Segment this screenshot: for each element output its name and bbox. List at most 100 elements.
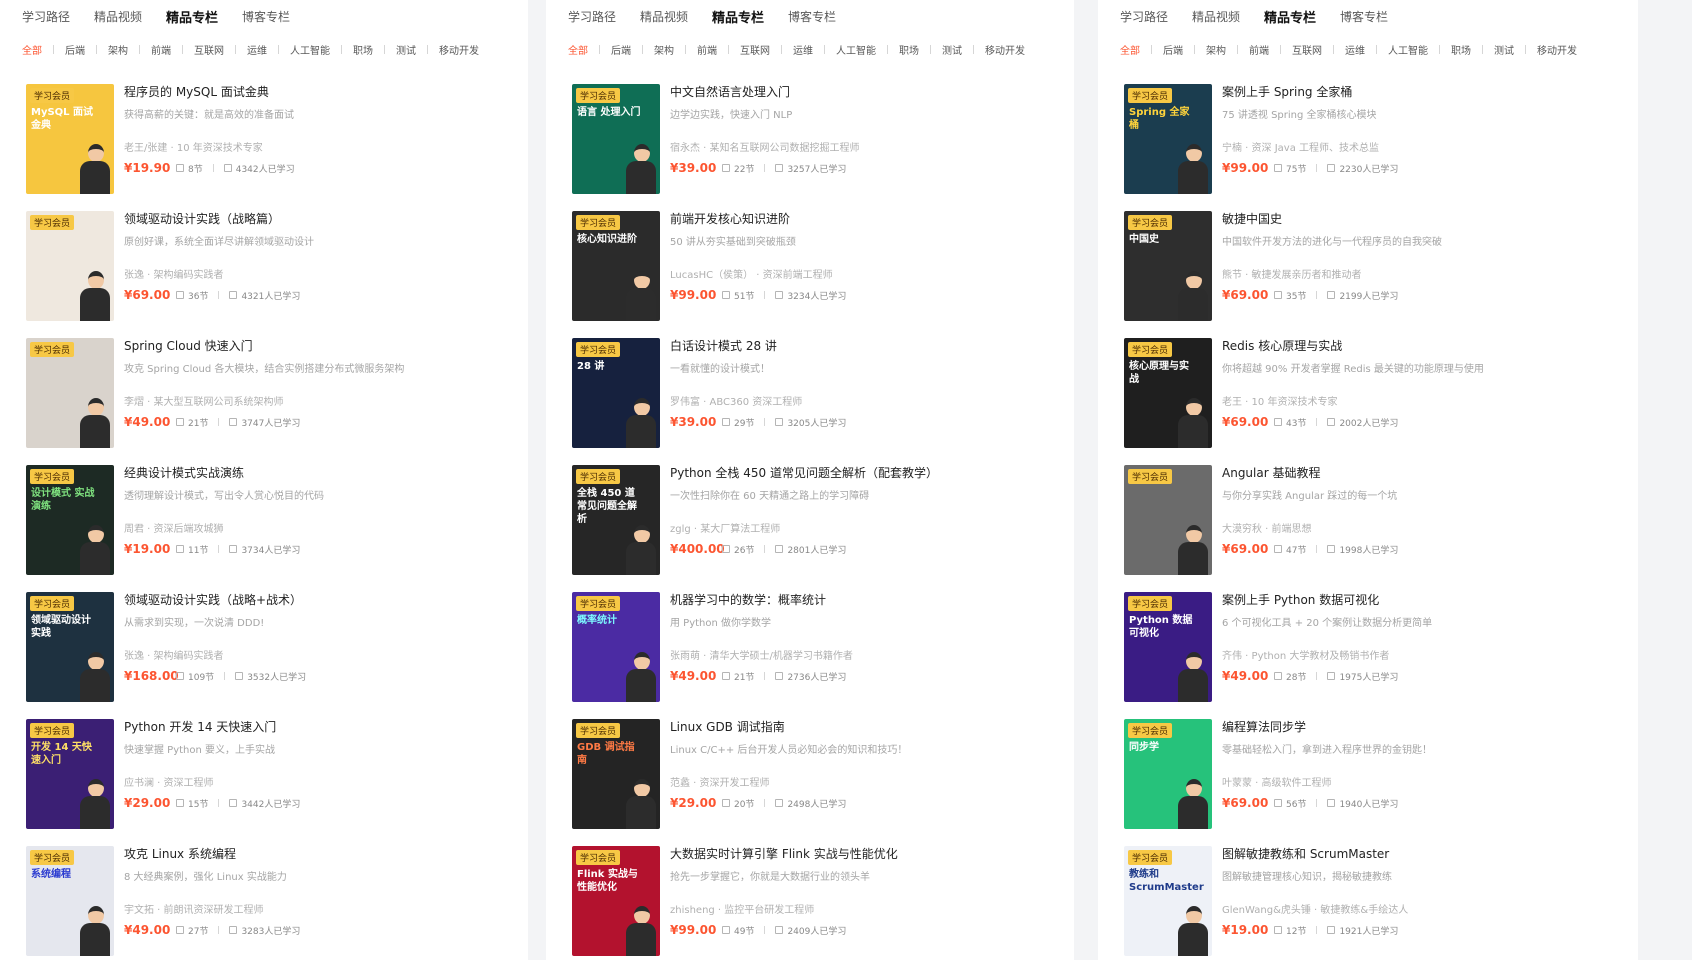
course-card[interactable]: 学习会员 GDB 调试指南 Linux GDB 调试指南 Linux C/C++ 后台… [572, 705, 1074, 832]
course-cover[interactable]: 学习会员 [1124, 465, 1212, 575]
category-8[interactable]: 职场 [899, 42, 919, 57]
course-card[interactable]: 学习会员 Flink 实战与性能优化 大数据实时计算引擎 Flink 实战与性能优化… [572, 832, 1074, 959]
category-4[interactable]: 前端 [1249, 42, 1269, 57]
tab-1[interactable]: 学习路径 [22, 8, 70, 25]
course-title[interactable]: 机器学习中的数学：概率统计 [670, 592, 1066, 608]
course-card[interactable]: 学习会员 语言 处理入门 中文自然语言处理入门 边学边实践，快速入门 NLP 宿永杰 ·… [572, 70, 1074, 197]
course-title[interactable]: 白话设计模式 28 讲 [670, 338, 1066, 354]
tab-1[interactable]: 学习路径 [568, 8, 616, 25]
course-title[interactable]: 大数据实时计算引擎 Flink 实战与性能优化 [670, 846, 1066, 862]
category-1[interactable]: 全部 [1120, 42, 1140, 57]
course-cover[interactable]: 学习会员 领域驱动设计 实践 [26, 592, 114, 702]
course-cover[interactable]: 学习会员 教练和 ScrumMaster [1124, 846, 1212, 956]
course-title[interactable]: 领域驱动设计实践（战略篇） [124, 211, 520, 227]
course-cover[interactable]: 学习会员 语言 处理入门 [572, 84, 660, 194]
course-title[interactable]: 编程算法同步学 [1222, 719, 1630, 735]
course-card[interactable]: 学习会员 系统编程 攻克 Linux 系统编程 8 大经典案例，强化 Linux 实战… [26, 832, 528, 959]
category-6[interactable]: 运维 [247, 42, 267, 57]
course-cover[interactable]: 学习会员 Python 数据可视化 [1124, 592, 1212, 702]
category-10[interactable]: 移动开发 [439, 42, 479, 57]
category-9[interactable]: 测试 [942, 42, 962, 57]
course-title[interactable]: 中文自然语言处理入门 [670, 84, 1066, 100]
tab-4[interactable]: 博客专栏 [1340, 8, 1388, 25]
tab-1[interactable]: 学习路径 [1120, 8, 1168, 25]
course-title[interactable]: 案例上手 Spring 全家桶 [1222, 84, 1630, 100]
tab-2[interactable]: 精品视频 [94, 8, 142, 25]
course-card[interactable]: 学习会员 MySQL 面试金典 程序员的 MySQL 面试金典 获得高薪的关键：就是高… [26, 70, 528, 197]
course-cover[interactable]: 学习会员 全栈 450 道常见问题全解析 [572, 465, 660, 575]
course-card[interactable]: 学习会员 概率统计 机器学习中的数学：概率统计用 Python 做你学数学 张雨萌 ·… [572, 578, 1074, 705]
course-cover[interactable]: 学习会员 28 讲 [572, 338, 660, 448]
category-1[interactable]: 全部 [568, 42, 588, 57]
course-title[interactable]: 图解敏捷教练和 ScrumMaster [1222, 846, 1630, 862]
course-card[interactable]: 学习会员 Spring Cloud 快速入门 攻克 Spring Cloud 各大模… [26, 324, 528, 451]
course-title[interactable]: Angular 基础教程 [1222, 465, 1630, 481]
course-cover[interactable]: 学习会员 系统编程 [26, 846, 114, 956]
category-7[interactable]: 人工智能 [1388, 42, 1428, 57]
category-1[interactable]: 全部 [22, 42, 42, 57]
tab-2[interactable]: 精品视频 [640, 8, 688, 25]
category-7[interactable]: 人工智能 [290, 42, 330, 57]
tab-2[interactable]: 精品视频 [1192, 8, 1240, 25]
category-4[interactable]: 前端 [151, 42, 171, 57]
category-9[interactable]: 测试 [1494, 42, 1514, 57]
course-title[interactable]: 敏捷中国史 [1222, 211, 1630, 227]
course-card[interactable]: 学习会员 教练和 ScrumMaster 图解敏捷教练和 ScrumMaster 图解… [1124, 832, 1638, 959]
course-title[interactable]: 案例上手 Python 数据可视化 [1222, 592, 1630, 608]
course-title[interactable]: 前端开发核心知识进阶 [670, 211, 1066, 227]
course-cover[interactable]: 学习会员 概率统计 [572, 592, 660, 702]
category-3[interactable]: 架构 [1206, 42, 1226, 57]
course-card[interactable]: 学习会员 全栈 450 道常见问题全解析 Python 全栈 450 道常见问题全解… [572, 451, 1074, 578]
tab-4[interactable]: 博客专栏 [242, 8, 290, 25]
tab-3[interactable]: 精品专栏 [1264, 7, 1316, 26]
course-cover[interactable]: 学习会员 [26, 211, 114, 321]
course-cover[interactable]: 学习会员 Spring 全家桶 [1124, 84, 1212, 194]
course-cover[interactable]: 学习会员 Flink 实战与性能优化 [572, 846, 660, 956]
category-5[interactable]: 互联网 [1292, 42, 1322, 57]
category-7[interactable]: 人工智能 [836, 42, 876, 57]
category-6[interactable]: 运维 [1345, 42, 1365, 57]
course-card[interactable]: 学习会员 同步学 编程算法同步学 零基础轻松入门，拿到进入程序世界的金钥匙！ 叶蒙蒙 ·… [1124, 705, 1638, 832]
course-card[interactable]: 学习会员 开发 14 天快速入门 Python 开发 14 天快速入门 快速掌握 Py… [26, 705, 528, 832]
category-2[interactable]: 后端 [1163, 42, 1183, 57]
course-card[interactable]: 学习会员 核心原理与实战 Redis 核心原理与实战 你将超越 90% 开发者掌握 R… [1124, 324, 1638, 451]
course-card[interactable]: 学习会员 28 讲 白话设计模式 28 讲一看就懂的设计模式！ 罗伟富 · ABC36… [572, 324, 1074, 451]
course-title[interactable]: Redis 核心原理与实战 [1222, 338, 1630, 354]
course-card[interactable]: 学习会员 Spring 全家桶 案例上手 Spring 全家桶 75 讲透视 Spri… [1124, 70, 1638, 197]
course-title[interactable]: 领域驱动设计实践（战略+战术） [124, 592, 520, 608]
tab-4[interactable]: 博客专栏 [788, 8, 836, 25]
course-card[interactable]: 学习会员 领域驱动设计实践（战略篇） 原创好课，系统全面详尽讲解领域驱动设计 张逸 ·… [26, 197, 528, 324]
category-5[interactable]: 互联网 [740, 42, 770, 57]
course-card[interactable]: 学习会员 Python 数据可视化 案例上手 Python 数据可视化 6 个可视化工… [1124, 578, 1638, 705]
category-8[interactable]: 职场 [353, 42, 373, 57]
course-cover[interactable]: 学习会员 MySQL 面试金典 [26, 84, 114, 194]
course-title[interactable]: Spring Cloud 快速入门 [124, 338, 520, 354]
course-title[interactable]: 经典设计模式实战演练 [124, 465, 520, 481]
course-card[interactable]: 学习会员 中国史 敏捷中国史 中国软件开发方法的进化与一代程序员的自我突破 熊节 · 敏… [1124, 197, 1638, 324]
course-cover[interactable]: 学习会员 中国史 [1124, 211, 1212, 321]
course-cover[interactable]: 学习会员 GDB 调试指南 [572, 719, 660, 829]
course-title[interactable]: Python 全栈 450 道常见问题全解析（配套教学） [670, 465, 1066, 481]
category-10[interactable]: 移动开发 [985, 42, 1025, 57]
category-3[interactable]: 架构 [108, 42, 128, 57]
course-card[interactable]: 学习会员 Angular 基础教程 与你分享实践 Angular 踩过的每一个坑 大漠… [1124, 451, 1638, 578]
category-10[interactable]: 移动开发 [1537, 42, 1577, 57]
course-card[interactable]: 学习会员 领域驱动设计 实践 领域驱动设计实践（战略+战术） 从需求到实现，一次说清 … [26, 578, 528, 705]
tab-3[interactable]: 精品专栏 [166, 7, 218, 26]
category-9[interactable]: 测试 [396, 42, 416, 57]
category-2[interactable]: 后端 [65, 42, 85, 57]
category-2[interactable]: 后端 [611, 42, 631, 57]
course-card[interactable]: 学习会员 核心知识进阶 前端开发核心知识进阶 50 讲从夯实基础到突破瓶颈 LucasH… [572, 197, 1074, 324]
course-cover[interactable]: 学习会员 开发 14 天快速入门 [26, 719, 114, 829]
course-cover[interactable]: 学习会员 核心知识进阶 [572, 211, 660, 321]
course-title[interactable]: 攻克 Linux 系统编程 [124, 846, 520, 862]
course-card[interactable]: 学习会员 设计模式 实战演练 经典设计模式实战演练 透彻理解设计模式，写出令人赏心悦目… [26, 451, 528, 578]
category-3[interactable]: 架构 [654, 42, 674, 57]
category-8[interactable]: 职场 [1451, 42, 1471, 57]
course-cover[interactable]: 学习会员 [26, 338, 114, 448]
tab-3[interactable]: 精品专栏 [712, 7, 764, 26]
course-title[interactable]: 程序员的 MySQL 面试金典 [124, 84, 520, 100]
category-5[interactable]: 互联网 [194, 42, 224, 57]
course-cover[interactable]: 学习会员 同步学 [1124, 719, 1212, 829]
category-4[interactable]: 前端 [697, 42, 717, 57]
